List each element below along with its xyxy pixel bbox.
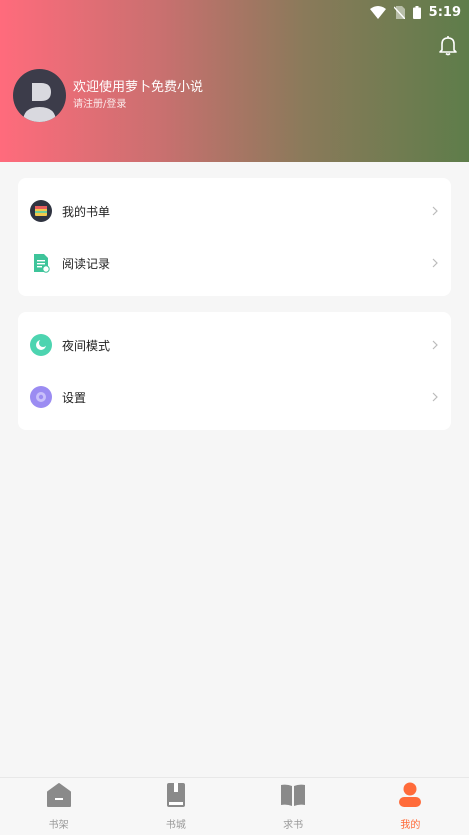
tab-label: 求书 (283, 820, 304, 831)
bookshelf-icon (46, 783, 71, 807)
night-mode-icon (30, 334, 52, 356)
tab-label: 我的 (400, 820, 421, 831)
menu-item-booklist[interactable]: 我的书单 (18, 185, 451, 237)
menu-item-label: 设置 (62, 390, 87, 405)
chevron-right-icon (432, 258, 438, 268)
status-time: 5:19 (428, 4, 461, 20)
default-avatar-icon (23, 83, 56, 122)
menu-item-label: 阅读记录 (62, 256, 111, 271)
tab-bookshelf[interactable]: 书架 (0, 778, 117, 835)
bookstore-icon (166, 783, 185, 807)
chevron-right-icon (432, 340, 438, 350)
chevron-right-icon (432, 392, 438, 402)
menu-item-label: 夜间模式 (62, 338, 111, 353)
battery-icon (412, 5, 421, 19)
login-link[interactable]: 请注册/登录 (73, 97, 203, 112)
profile-header: 5:19 欢迎使用萝卜免费小说 请注册/登录 (0, 0, 469, 162)
booklist-icon (30, 200, 52, 222)
profile-icon (399, 782, 422, 807)
menu-card-preferences: 夜间模式 设置 (18, 312, 451, 430)
avatar[interactable] (13, 69, 66, 122)
user-profile[interactable]: 欢迎使用萝卜免费小说 请注册/登录 (13, 69, 203, 122)
request-book-icon (281, 784, 306, 806)
bell-icon[interactable] (437, 34, 459, 56)
tab-label: 书城 (165, 820, 186, 831)
wifi-icon (369, 5, 386, 19)
menu-item-night-mode[interactable]: 夜间模式 (18, 319, 451, 371)
menu-card-library: 我的书单 阅读记录 (18, 178, 451, 296)
menu-item-reading-record[interactable]: 阅读记录 (18, 237, 451, 289)
tab-label: 书架 (48, 820, 69, 831)
reading-record-icon (34, 254, 50, 273)
no-sim-icon (393, 5, 405, 19)
bottom-tab-bar: 书架 书城 求书 我的 (0, 777, 469, 835)
chevron-right-icon (432, 206, 438, 216)
tab-request-book[interactable]: 求书 (235, 778, 352, 835)
status-bar: 5:19 (369, 2, 461, 22)
tab-bookstore[interactable]: 书城 (117, 778, 234, 835)
welcome-text: 欢迎使用萝卜免费小说 (73, 80, 204, 95)
tab-profile[interactable]: 我的 (352, 778, 469, 835)
menu-item-settings[interactable]: 设置 (18, 371, 451, 423)
settings-icon (30, 386, 52, 408)
menu-item-label: 我的书单 (62, 204, 111, 219)
